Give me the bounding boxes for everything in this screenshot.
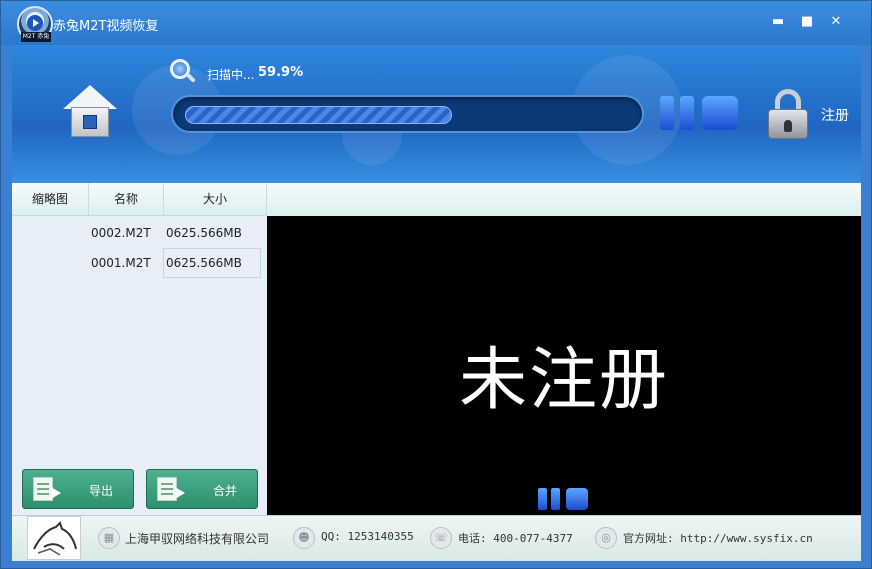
document-icon [157,477,177,501]
pause-bar-icon [538,488,547,510]
arrow-icon [51,487,61,499]
column-thumbnail[interactable]: 缩略图 [12,183,89,216]
stop-button[interactable] [702,96,738,130]
company-name: 上海甲驭网络科技有限公司 [125,532,270,546]
search-icon [170,59,196,85]
minimize-button[interactable]: ▬ [769,13,787,31]
preview-stop-button[interactable] [566,488,588,510]
building-icon: ▦ [98,527,120,549]
file-size: 0625.566MB [166,256,242,270]
preview-pause-button[interactable] [538,488,560,510]
arrow-icon [175,487,185,499]
search-handle [186,73,196,83]
window-title: 赤兔M2T视频恢复 [53,19,159,34]
app-logo-tag: M2T 赤兔 [21,32,51,42]
home-icon[interactable] [63,85,117,141]
scan-progress-fill [185,106,452,124]
company-logo-icon [27,516,81,560]
qq-number: QQ: 1253140355 [321,530,414,543]
qq-icon: ☻ [293,527,315,549]
pause-bar-icon [660,96,674,130]
file-list-header: 缩略图 名称 大小 [12,183,267,216]
website-link[interactable]: 官方网址: http://www.sysfix.cn [623,530,813,546]
unregistered-watermark: 未注册 [458,341,669,420]
header-panel: 扫描中... 59.9% 注册 [12,45,861,183]
close-button[interactable]: ✕ [827,13,845,31]
preview-header [267,183,861,216]
export-label: 导出 [89,484,114,498]
phone-number: 电话: 400-077-4377 [458,532,573,545]
maximize-button[interactable]: ■ [798,13,816,31]
phone-icon: ☏ [430,527,452,549]
footer-bar: ▦ 上海甲驭网络科技有限公司 ☻ QQ: 1253140355 ☏ 电话: 40… [12,515,861,561]
home-door [83,115,97,129]
file-size: 0625.566MB [166,226,242,240]
play-icon [27,15,43,31]
title-bar: M2T 赤兔 赤兔M2T视频恢复 ▬ ■ ✕ [1,1,871,45]
document-icon [33,477,53,501]
column-name[interactable]: 名称 [89,183,164,216]
app-logo-icon: M2T 赤兔 [17,6,53,42]
lock-keyhole [784,120,792,132]
table-row[interactable]: 0001.M2T 0625.566MB [12,248,267,278]
scan-progress-bar [171,95,644,133]
pause-bar-icon [551,488,560,510]
table-row[interactable]: 0002.M2T 0625.566MB [12,218,267,248]
lock-icon[interactable] [767,89,809,139]
file-name: 0002.M2T [91,226,151,240]
pause-bar-icon [680,96,694,130]
app-window: M2T 赤兔 赤兔M2T视频恢复 ▬ ■ ✕ 扫描中... 59.9% 注册 缩… [0,0,872,569]
merge-button[interactable]: 合并 [146,469,258,509]
export-icon [33,477,63,503]
globe-icon: ◎ [595,527,617,549]
pause-button[interactable] [660,96,696,130]
scan-status-label: 扫描中... [207,68,255,82]
register-button[interactable]: 注册 [821,105,849,125]
scan-percent: 59.9% [258,65,304,80]
column-size[interactable]: 大小 [164,183,267,216]
file-name: 0001.M2T [91,256,151,270]
home-roof [63,85,117,109]
merge-label: 合并 [213,484,238,498]
video-preview[interactable]: 未注册 [267,216,861,515]
export-button[interactable]: 导出 [22,469,134,509]
merge-icon [157,477,187,503]
